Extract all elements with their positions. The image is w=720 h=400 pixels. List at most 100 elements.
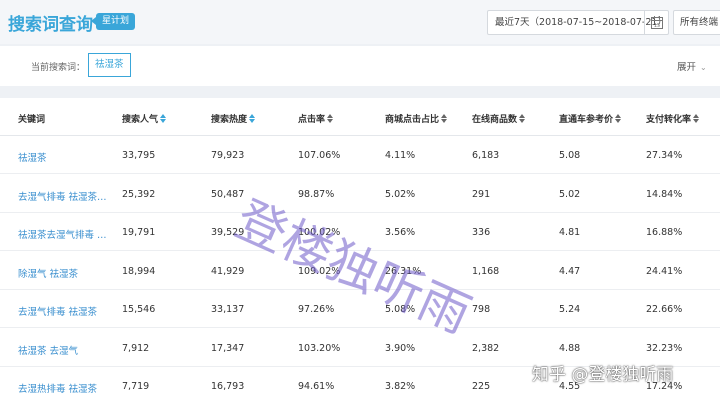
cell-click-rate: 103.20%: [298, 342, 341, 354]
cell-search-popularity: 7,912: [122, 342, 150, 354]
column-header-label: 搜索热度: [211, 115, 248, 125]
cell-ztc-ref-price: 5.08: [559, 150, 581, 161]
cell-search-popularity: 7,719: [122, 381, 150, 392]
column-header-keyword: 关键词: [18, 112, 45, 125]
table-header: 关键词 搜索人气 搜索热度 点击率 商城点击占比 在线商品数 直通车参考价 支付转化率: [0, 98, 720, 136]
cell-click-rate: 109.02%: [298, 265, 341, 277]
cell-mall-click-share: 5.02%: [385, 188, 416, 200]
column-header-label: 在线商品数: [472, 115, 518, 125]
cell-search-popularity: 19,791: [122, 227, 156, 238]
cell-pay-conversion: 17.24%: [646, 381, 683, 392]
column-header-label: 商城点击占比: [385, 115, 440, 125]
cell-click-rate: 107.06%: [298, 150, 341, 161]
cell-online-products: 225: [472, 381, 491, 392]
page-header: 搜索词查询 星计划 最近7天（2018-07-15~2018-07-21） 15…: [0, 0, 720, 44]
column-header-label: 直通车参考价: [559, 115, 614, 125]
column-header-mall-click-share[interactable]: 商城点击占比: [385, 112, 448, 125]
column-header-ztc-ref-price[interactable]: 直通车参考价: [559, 112, 622, 125]
cell-mall-click-share: 26.31%: [385, 265, 422, 277]
column-header-label: 支付转化率: [646, 115, 692, 125]
cell-ztc-ref-price: 4.47: [559, 265, 581, 277]
cell-search-heat: 41,929: [211, 265, 245, 277]
current-keyword-label: 当前搜索词：: [31, 63, 86, 73]
keyword-table: 关键词 搜索人气 搜索热度 点击率 商城点击占比 在线商品数 直通车参考价 支付转化率 祛湿茶…: [0, 98, 720, 400]
cell-mall-click-share: 3.90%: [385, 342, 416, 354]
cell-pay-conversion: 22.66%: [646, 304, 683, 315]
cell-click-rate: 97.26%: [298, 304, 335, 315]
column-header-label: 点击率: [298, 115, 326, 125]
star-plan-badge[interactable]: 星计划: [90, 13, 136, 30]
keyword-link[interactable]: 去湿热排毒 祛湿茶: [18, 381, 97, 395]
sort-icon[interactable]: [441, 114, 448, 123]
chevron-down-icon: ⌄: [700, 63, 707, 72]
sort-icon[interactable]: [249, 114, 256, 123]
cell-ztc-ref-price: 4.88: [559, 342, 581, 354]
sort-icon[interactable]: [693, 114, 700, 123]
sort-icon[interactable]: [615, 114, 622, 123]
cell-mall-click-share: 3.82%: [385, 381, 416, 392]
cell-search-heat: 50,487: [211, 188, 245, 200]
cell-ztc-ref-price: 4.55: [559, 381, 581, 392]
column-header-label: 关键词: [18, 115, 46, 125]
column-header-click-rate[interactable]: 点击率: [298, 112, 334, 125]
cell-online-products: 798: [472, 304, 491, 315]
cell-pay-conversion: 32.23%: [646, 342, 683, 354]
cell-mall-click-share: 3.56%: [385, 227, 416, 238]
cell-search-popularity: 18,994: [122, 265, 156, 277]
sort-icon[interactable]: [160, 114, 167, 123]
cell-click-rate: 100.02%: [298, 227, 341, 238]
cell-online-products: 2,382: [472, 342, 500, 354]
cell-search-heat: 79,923: [211, 150, 245, 161]
page-title: 搜索词查询: [8, 15, 93, 35]
expand-label: 展开: [677, 62, 697, 73]
column-header-online-products[interactable]: 在线商品数: [472, 112, 526, 125]
cell-search-heat: 17,347: [211, 342, 245, 354]
cell-online-products: 6,183: [472, 150, 500, 161]
cell-ztc-ref-price: 4.81: [559, 227, 581, 238]
sort-icon[interactable]: [519, 114, 526, 123]
cell-online-products: 291: [472, 188, 491, 200]
cell-ztc-ref-price: 5.02: [559, 188, 581, 200]
keyword-link[interactable]: 祛湿茶 去湿气: [18, 343, 78, 357]
date-range-picker[interactable]: 最近7天（2018-07-15~2018-07-21） 15: [487, 10, 669, 35]
expand-toggle[interactable]: 展开 ⌄: [677, 59, 707, 73]
calendar-button[interactable]: 15: [644, 11, 668, 34]
cell-pay-conversion: 24.41%: [646, 265, 683, 277]
column-header-pay-conversion[interactable]: 支付转化率: [646, 112, 700, 125]
keyword-link[interactable]: 祛湿茶: [18, 150, 47, 164]
column-header-label: 搜索人气: [122, 115, 159, 125]
table-row: 去湿热排毒 祛湿茶 7,719 16,793 94.61% 3.82% 225 4.55 17…: [0, 367, 720, 400]
table-row: 祛湿茶去湿气排毒 同... 19,791 39,529 100.02% 3.56% 336…: [0, 213, 720, 251]
cell-click-rate: 98.87%: [298, 188, 335, 200]
table-row: 祛湿茶 33,795 79,923 107.06% 4.11% 6,183 5.08 27.3…: [0, 136, 720, 174]
table-row: 除湿气 祛湿茶 18,994 41,929 109.02% 26.31% 1,168 4.4…: [0, 252, 720, 290]
keyword-link[interactable]: 除湿气 祛湿茶: [18, 266, 78, 280]
cell-pay-conversion: 27.34%: [646, 150, 683, 161]
keyword-link[interactable]: 去湿气排毒 祛湿茶正...: [18, 189, 113, 203]
cell-click-rate: 94.61%: [298, 381, 335, 392]
column-header-search-heat[interactable]: 搜索热度: [211, 112, 256, 125]
cell-search-popularity: 15,546: [122, 304, 156, 315]
current-keyword-tag[interactable]: 祛湿茶: [88, 53, 131, 77]
filter-panel: 当前搜索词： 祛湿茶 展开 ⌄: [0, 46, 720, 86]
table-row: 去湿气排毒 祛湿茶 15,546 33,137 97.26% 5.08% 798 5.24 2…: [0, 290, 720, 328]
cell-search-heat: 16,793: [211, 381, 245, 392]
cell-search-heat: 39,529: [211, 227, 245, 238]
cell-mall-click-share: 5.08%: [385, 304, 416, 315]
cell-online-products: 336: [472, 227, 491, 238]
column-header-search-popularity[interactable]: 搜索人气: [122, 112, 167, 125]
table-row: 去湿气排毒 祛湿茶正... 25,392 50,487 98.87% 5.02% 291 5…: [0, 175, 720, 213]
cell-pay-conversion: 14.84%: [646, 188, 683, 200]
cell-online-products: 1,168: [472, 265, 500, 277]
sort-icon[interactable]: [327, 114, 334, 123]
table-row: 祛湿茶 去湿气 7,912 17,347 103.20% 3.90% 2,382 4.88 3…: [0, 329, 720, 367]
keyword-link[interactable]: 去湿气排毒 祛湿茶: [18, 304, 97, 318]
cell-mall-click-share: 4.11%: [385, 150, 416, 161]
svg-text:15: 15: [654, 23, 660, 29]
terminal-select[interactable]: 所有终端: [673, 10, 720, 35]
keyword-link[interactable]: 祛湿茶去湿气排毒 同...: [18, 227, 113, 241]
cell-search-popularity: 33,795: [122, 150, 156, 161]
cell-ztc-ref-price: 5.24: [559, 304, 581, 315]
cell-search-heat: 33,137: [211, 304, 245, 315]
cell-search-popularity: 25,392: [122, 188, 156, 200]
